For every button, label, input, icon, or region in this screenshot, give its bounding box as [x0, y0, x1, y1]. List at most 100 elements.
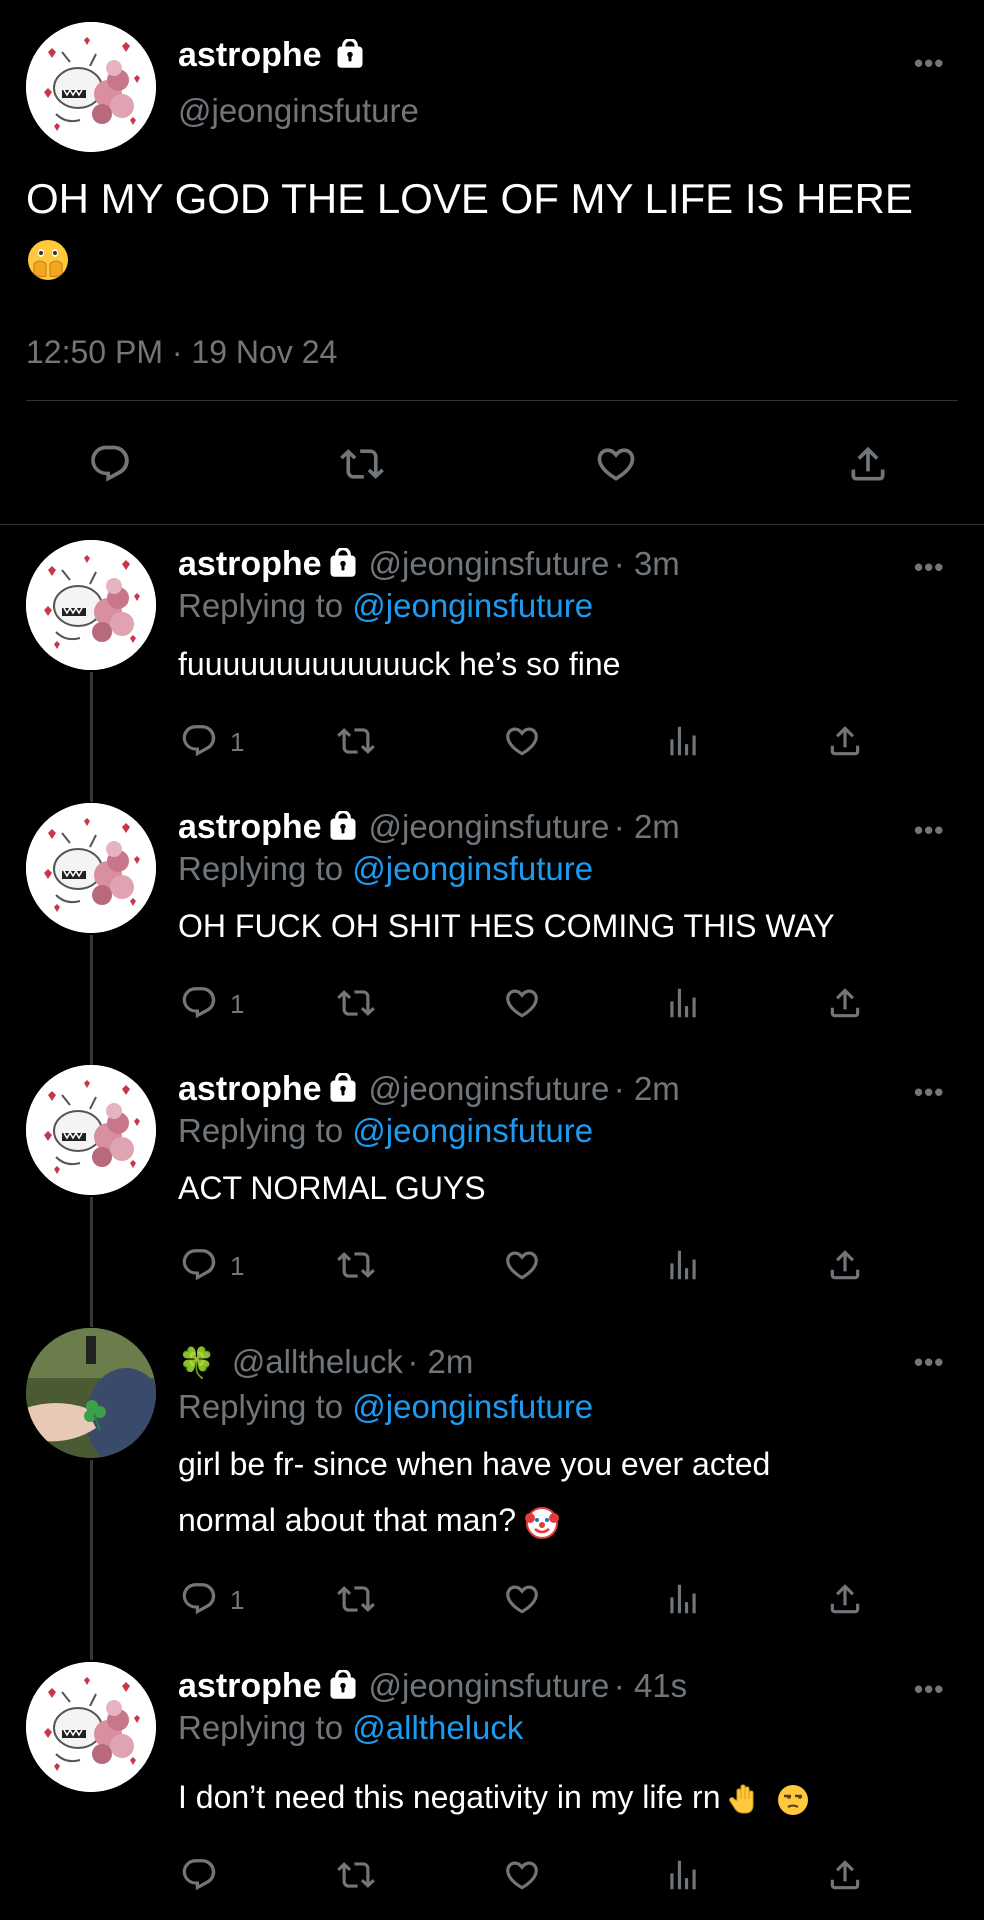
replying-to-link[interactable]: @jeonginsfuture — [352, 1112, 593, 1149]
handle[interactable]: @jeonginsfuture — [369, 545, 610, 582]
like-icon[interactable] — [503, 1246, 541, 1284]
share-icon[interactable] — [826, 1856, 864, 1894]
reply-icon[interactable] — [180, 1856, 218, 1894]
reply-count: 1 — [230, 989, 245, 1019]
more-options-icon[interactable]: ••• — [914, 552, 944, 583]
reply-text: OH FUCK OH SHIT HES COMING THIS WAY — [178, 908, 835, 944]
like-icon[interactable] — [503, 1856, 541, 1894]
reply-icon[interactable] — [180, 722, 218, 760]
post-time[interactable]: · 2m — [614, 1070, 680, 1107]
reply-count: 1 — [230, 1251, 245, 1281]
like-icon[interactable] — [503, 1580, 541, 1618]
more-options-icon[interactable]: ••• — [914, 1674, 944, 1705]
face-with-hand-over-mouth-emoji-icon — [26, 238, 70, 287]
display-name-text[interactable]: astrophe — [178, 36, 322, 74]
replying-to-label: Replying to — [178, 850, 344, 887]
handle[interactable]: @jeonginsfuture — [178, 92, 419, 130]
share-icon[interactable] — [826, 984, 864, 1022]
retweet-icon[interactable] — [337, 984, 375, 1022]
retweet-icon[interactable] — [337, 1246, 375, 1284]
thread-line — [90, 1460, 93, 1660]
replying-to: Replying to @jeonginsfuture — [178, 1112, 593, 1150]
like-icon[interactable] — [503, 984, 541, 1022]
more-options-icon[interactable]: ••• — [914, 815, 944, 846]
display-name[interactable]: astrophe — [178, 808, 322, 846]
reply-text-content: I don’t need this negativity in my life … — [178, 1779, 721, 1815]
retweet-icon[interactable] — [337, 1580, 375, 1618]
lock-icon — [328, 811, 358, 841]
reply-count: 1 — [230, 1585, 245, 1615]
more-options-icon[interactable]: ••• — [914, 1077, 944, 1108]
reply-count: 1 — [230, 727, 245, 757]
avatar[interactable] — [26, 1328, 156, 1458]
reply-text: fuuuuuuuuuuuuuck he’s so fine — [178, 646, 621, 682]
four-leaf-clover-display-name[interactable]: 🍀 — [178, 1347, 215, 1380]
replying-to-link[interactable]: @alltheluck — [352, 1709, 523, 1746]
reply-icon[interactable] — [180, 1246, 218, 1284]
views-icon[interactable] — [664, 1856, 702, 1894]
avatar[interactable] — [26, 1065, 156, 1195]
display-name[interactable]: astrophe — [178, 1667, 322, 1705]
retweet-icon[interactable] — [340, 442, 384, 486]
thread-line — [90, 1197, 93, 1327]
timestamp[interactable]: 12:50 PM · 19 Nov 24 — [26, 334, 337, 371]
post-time[interactable]: · 2m — [614, 808, 680, 845]
replying-to-label: Replying to — [178, 587, 344, 624]
views-icon[interactable] — [664, 722, 702, 760]
reply-header: astrophe @jeonginsfuture · 2m — [178, 808, 680, 847]
handle[interactable]: @jeonginsfuture — [369, 808, 610, 845]
reply-text: ACT NORMAL GUYS — [178, 1170, 486, 1206]
post-time[interactable]: · 3m — [614, 545, 680, 582]
retweet-icon[interactable] — [337, 722, 375, 760]
display-name[interactable]: astrophe — [178, 36, 365, 75]
reply-header: astrophe @jeonginsfuture · 41s — [178, 1667, 687, 1706]
views-icon[interactable] — [664, 1580, 702, 1618]
like-icon[interactable] — [503, 722, 541, 760]
raised-hand-emoji-icon — [729, 1784, 754, 1814]
reply-text-line-2: normal about that man? — [178, 1502, 559, 1540]
replying-to-link[interactable]: @jeonginsfuture — [352, 1388, 593, 1425]
retweet-icon[interactable] — [337, 1856, 375, 1894]
share-icon[interactable] — [846, 442, 890, 486]
reply-icon[interactable] — [180, 984, 218, 1022]
reply-header: astrophe @jeonginsfuture · 3m — [178, 545, 680, 584]
handle[interactable]: @jeonginsfuture — [369, 1667, 610, 1704]
reply-text-line-2-text: normal about that man? — [178, 1502, 516, 1538]
unamused-face-emoji-icon — [778, 1784, 809, 1815]
lock-icon — [328, 1670, 358, 1700]
display-name[interactable]: astrophe — [178, 545, 322, 583]
replying-to: Replying to @alltheluck — [178, 1709, 523, 1747]
replying-to-link[interactable]: @jeonginsfuture — [352, 587, 593, 624]
avatar[interactable] — [26, 1662, 156, 1792]
reply-icon[interactable] — [180, 1580, 218, 1618]
handle[interactable]: @jeonginsfuture — [369, 1070, 610, 1107]
divider — [0, 524, 984, 525]
lock-icon — [335, 39, 365, 69]
post-time[interactable]: · 41s — [614, 1667, 687, 1704]
avatar[interactable] — [26, 22, 156, 152]
share-icon[interactable] — [826, 1580, 864, 1618]
more-options-icon[interactable]: ••• — [914, 1347, 944, 1378]
reply-text: I don’t need this negativity in my life … — [178, 1779, 810, 1817]
clown-face-emoji-icon — [524, 1506, 559, 1539]
post-time[interactable]: · 2m — [407, 1343, 473, 1380]
replying-to: Replying to @jeonginsfuture — [178, 850, 593, 888]
avatar[interactable] — [26, 803, 156, 933]
replying-to-label: Replying to — [178, 1388, 344, 1425]
more-options-icon[interactable]: ••• — [914, 48, 944, 79]
reply-header: astrophe @jeonginsfuture · 2m — [178, 1070, 680, 1109]
share-icon[interactable] — [826, 1246, 864, 1284]
views-icon[interactable] — [664, 984, 702, 1022]
lock-icon — [328, 1073, 358, 1103]
thread-line — [90, 672, 93, 802]
views-icon[interactable] — [664, 1246, 702, 1284]
like-icon[interactable] — [594, 442, 638, 486]
avatar[interactable] — [26, 540, 156, 670]
replying-to: Replying to @jeonginsfuture — [178, 587, 593, 625]
handle[interactable]: @alltheluck — [232, 1343, 403, 1380]
display-name[interactable]: astrophe — [178, 1070, 322, 1108]
share-icon[interactable] — [826, 722, 864, 760]
reply-text-line-1: girl be fr- since when have you ever act… — [178, 1446, 771, 1482]
reply-icon[interactable] — [88, 442, 132, 486]
replying-to-link[interactable]: @jeonginsfuture — [352, 850, 593, 887]
